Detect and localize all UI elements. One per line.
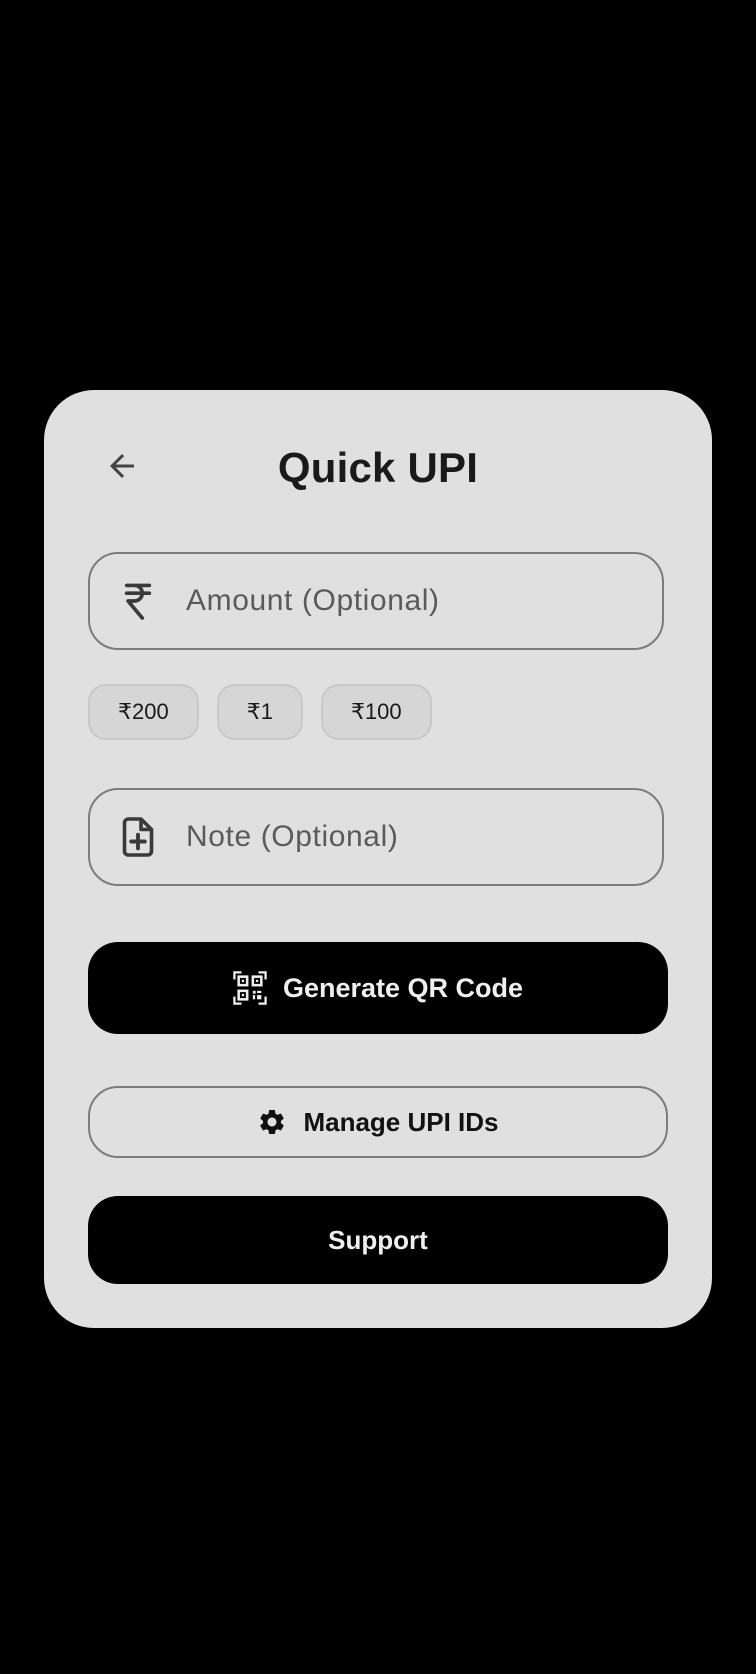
amount-field[interactable]: [88, 552, 664, 650]
quick-upi-card: Quick UPI ₹200 ₹1 ₹100: [44, 390, 712, 1328]
manage-upi-ids-button[interactable]: Manage UPI IDs: [88, 1086, 668, 1158]
generate-qr-button[interactable]: Generate QR Code: [88, 942, 668, 1034]
arrow-left-icon: [104, 448, 140, 489]
amount-input[interactable]: [184, 570, 642, 632]
back-button[interactable]: [100, 446, 144, 490]
page-title: Quick UPI: [277, 444, 479, 491]
manage-upi-ids-label: Manage UPI IDs: [303, 1106, 499, 1137]
rupee-icon: [116, 579, 160, 623]
support-label: Support: [328, 1224, 428, 1255]
chip-amount-200[interactable]: ₹200: [88, 684, 199, 740]
chip-amount-1[interactable]: ₹1: [216, 684, 303, 740]
gear-icon: [257, 1107, 287, 1137]
app-screen: Quick UPI ₹200 ₹1 ₹100: [0, 0, 756, 1674]
quick-amount-chips: ₹200 ₹1 ₹100: [88, 684, 432, 740]
qr-code-icon: [233, 971, 267, 1005]
generate-qr-label: Generate QR Code: [282, 972, 524, 1003]
support-button[interactable]: Support: [88, 1196, 668, 1284]
note-add-icon: [116, 815, 160, 859]
header: Quick UPI: [44, 438, 712, 498]
note-field[interactable]: [88, 788, 664, 886]
note-input[interactable]: [184, 806, 642, 868]
chip-amount-100[interactable]: ₹100: [320, 684, 432, 740]
